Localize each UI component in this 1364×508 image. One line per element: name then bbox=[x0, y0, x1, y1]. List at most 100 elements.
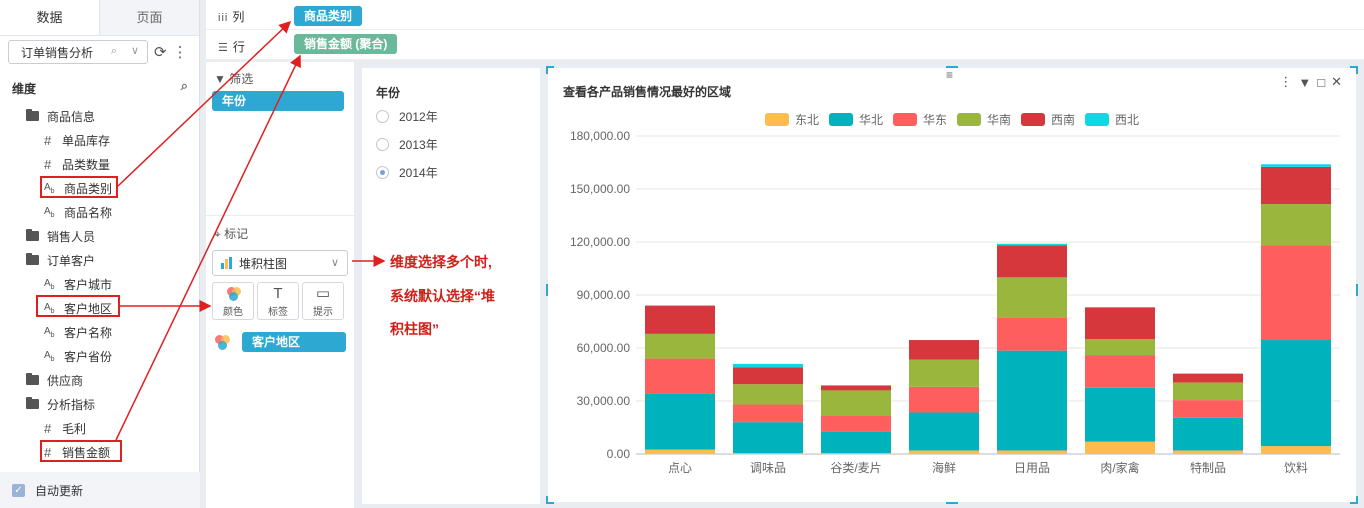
rows-shelf[interactable]: ☰ 行 销售金额 (聚合) bbox=[206, 30, 1364, 60]
selection-corner[interactable] bbox=[546, 496, 554, 504]
x-tick-label: 肉/家禽 bbox=[1100, 460, 1139, 475]
annotation-line-1: 维度选择多个时, bbox=[390, 254, 492, 270]
bar-segment bbox=[997, 317, 1067, 351]
bar-segment bbox=[821, 390, 891, 417]
dataset-name: 订单销售分析 bbox=[21, 45, 94, 60]
folder-icon bbox=[26, 397, 39, 409]
columns-shelf[interactable]: iii 列 商品类别 bbox=[206, 0, 1364, 30]
radio-circle[interactable] bbox=[376, 138, 389, 151]
filter-icon: ▼ bbox=[214, 72, 226, 86]
field-label: 分析指标 bbox=[47, 397, 96, 412]
y-tick-label: 180,000.00 bbox=[570, 129, 630, 143]
dimension-header: 维度 ⌕ bbox=[12, 78, 188, 97]
tab-page[interactable]: 页面 bbox=[100, 0, 199, 35]
bar-segment bbox=[909, 386, 979, 413]
resize-handle[interactable] bbox=[946, 66, 958, 68]
radio-2013[interactable]: 2013年 bbox=[376, 136, 438, 153]
legend-label: 华北 bbox=[859, 113, 883, 127]
y-tick-label: 60,000.00 bbox=[577, 341, 631, 355]
field-tree: 商品信息 # 单品库存 # 品类数量 Ab 商品类别 Ab 商品名称 销售人员 订单客户 Ab 客户城市… bbox=[0, 104, 200, 464]
rows-icon: ☰ bbox=[218, 42, 229, 54]
columns-pill[interactable]: 商品类别 bbox=[294, 6, 363, 26]
legend-swatch bbox=[829, 113, 853, 126]
folder-item[interactable]: 商品信息 bbox=[0, 104, 200, 128]
field-item[interactable]: Ab 客户名称 bbox=[0, 320, 200, 344]
field-label: 客户城市 bbox=[64, 277, 113, 292]
bar-segment bbox=[645, 305, 715, 334]
refresh-icon[interactable]: ⟳ bbox=[154, 43, 167, 61]
chart-widget[interactable]: 查看各产品销售情况最好的区域 ≡ ⋮ ▼ □ ✕ 0.00 30,000.00 60… bbox=[548, 68, 1356, 502]
field-label: 销售人员 bbox=[47, 229, 96, 244]
search-icon[interactable]: ⌕ bbox=[111, 45, 117, 58]
mark-section-label: ⌖ 标记 bbox=[214, 225, 248, 242]
selection-corner[interactable] bbox=[546, 66, 554, 74]
radio-2014[interactable]: 2014年 bbox=[376, 164, 438, 181]
folder-item[interactable]: 供应商 bbox=[0, 368, 200, 392]
bar-segment bbox=[1085, 387, 1155, 442]
legend-swatch bbox=[1021, 113, 1045, 126]
legend-swatch bbox=[893, 113, 917, 126]
radio-circle[interactable] bbox=[376, 110, 389, 123]
bar-segment bbox=[997, 350, 1067, 451]
bar-segment bbox=[997, 245, 1067, 278]
color-button[interactable]: 颜色 bbox=[212, 282, 254, 320]
x-tick-label: 特制品 bbox=[1190, 460, 1226, 475]
chart-type-select[interactable]: 堆积柱图 ∨ bbox=[212, 250, 348, 276]
bar-segment bbox=[1085, 307, 1155, 340]
radio-circle-selected[interactable] bbox=[376, 166, 389, 179]
chevron-down-icon[interactable]: ∨ bbox=[331, 256, 339, 269]
selection-corner[interactable] bbox=[1350, 66, 1358, 74]
field-item[interactable]: # 单品库存 bbox=[0, 128, 200, 152]
tooltip-button[interactable]: ▭ 提示 bbox=[302, 282, 344, 320]
selection-corner[interactable] bbox=[1350, 496, 1358, 504]
legend-label: 华南 bbox=[987, 112, 1011, 127]
chevron-down-icon[interactable]: ∨ bbox=[131, 44, 139, 57]
text-field-icon: Ab bbox=[44, 205, 55, 219]
field-label: 品类数量 bbox=[62, 157, 111, 172]
auto-update-row[interactable]: ✓ 自动更新 bbox=[0, 472, 200, 508]
columns-label-text: 列 bbox=[232, 10, 245, 24]
resize-handle[interactable] bbox=[946, 502, 958, 504]
measure-icon: # bbox=[44, 132, 52, 148]
annotation-line-2: 系统默认选择“堆 bbox=[390, 288, 495, 304]
color-field-pill[interactable]: 客户地区 bbox=[242, 332, 346, 352]
text-field-icon: Ab bbox=[44, 349, 55, 363]
measure-icon: # bbox=[44, 420, 52, 436]
search-icon[interactable]: ⌕ bbox=[181, 78, 188, 94]
bar-segment bbox=[733, 404, 803, 423]
columns-icon: iii bbox=[218, 12, 229, 24]
folder-item[interactable]: 销售人员 bbox=[0, 224, 200, 248]
rows-label-text: 行 bbox=[232, 40, 245, 54]
field-label: 商品名称 bbox=[64, 205, 113, 220]
auto-update-checkbox[interactable]: ✓ bbox=[12, 483, 25, 497]
field-label: 商品信息 bbox=[47, 109, 96, 124]
field-item[interactable]: # 品类数量 bbox=[0, 152, 200, 176]
field-item[interactable]: Ab 客户城市 bbox=[0, 272, 200, 296]
folder-item[interactable]: 分析指标 bbox=[0, 392, 200, 416]
field-item[interactable]: # 毛利 bbox=[0, 416, 200, 440]
resize-handle[interactable] bbox=[1356, 284, 1358, 296]
color-dots-icon bbox=[214, 334, 232, 352]
rows-pill[interactable]: 销售金额 (聚合) bbox=[294, 34, 398, 54]
field-label: 供应商 bbox=[47, 373, 84, 388]
radio-2012[interactable]: 2012年 bbox=[376, 108, 438, 125]
legend-label: 华东 bbox=[923, 113, 947, 127]
tab-data[interactable]: 数据 bbox=[0, 0, 100, 35]
field-item[interactable]: Ab 商品名称 bbox=[0, 200, 200, 224]
field-item[interactable]: Ab 客户省份 bbox=[0, 344, 200, 368]
bar-segment bbox=[733, 453, 803, 454]
more-icon[interactable]: ⋮ bbox=[173, 43, 188, 61]
filter-label-text: 筛选 bbox=[229, 72, 254, 86]
y-tick-label: 0.00 bbox=[607, 447, 631, 461]
resize-handle[interactable] bbox=[546, 284, 548, 296]
label-button[interactable]: T 标签 bbox=[257, 282, 299, 320]
folder-item[interactable]: 订单客户 bbox=[0, 248, 200, 272]
annotation-line-3: 积柱图” bbox=[390, 321, 439, 337]
filter-pill-year[interactable]: 年份 bbox=[212, 91, 344, 111]
y-tick-label: 30,000.00 bbox=[577, 394, 631, 408]
bar-segment bbox=[1085, 441, 1155, 454]
bar-segment bbox=[821, 385, 891, 386]
bar-segment bbox=[1173, 417, 1243, 451]
legend-swatch bbox=[1085, 113, 1109, 126]
dataset-select[interactable]: 订单销售分析 ⌕ ∨ bbox=[8, 40, 148, 64]
